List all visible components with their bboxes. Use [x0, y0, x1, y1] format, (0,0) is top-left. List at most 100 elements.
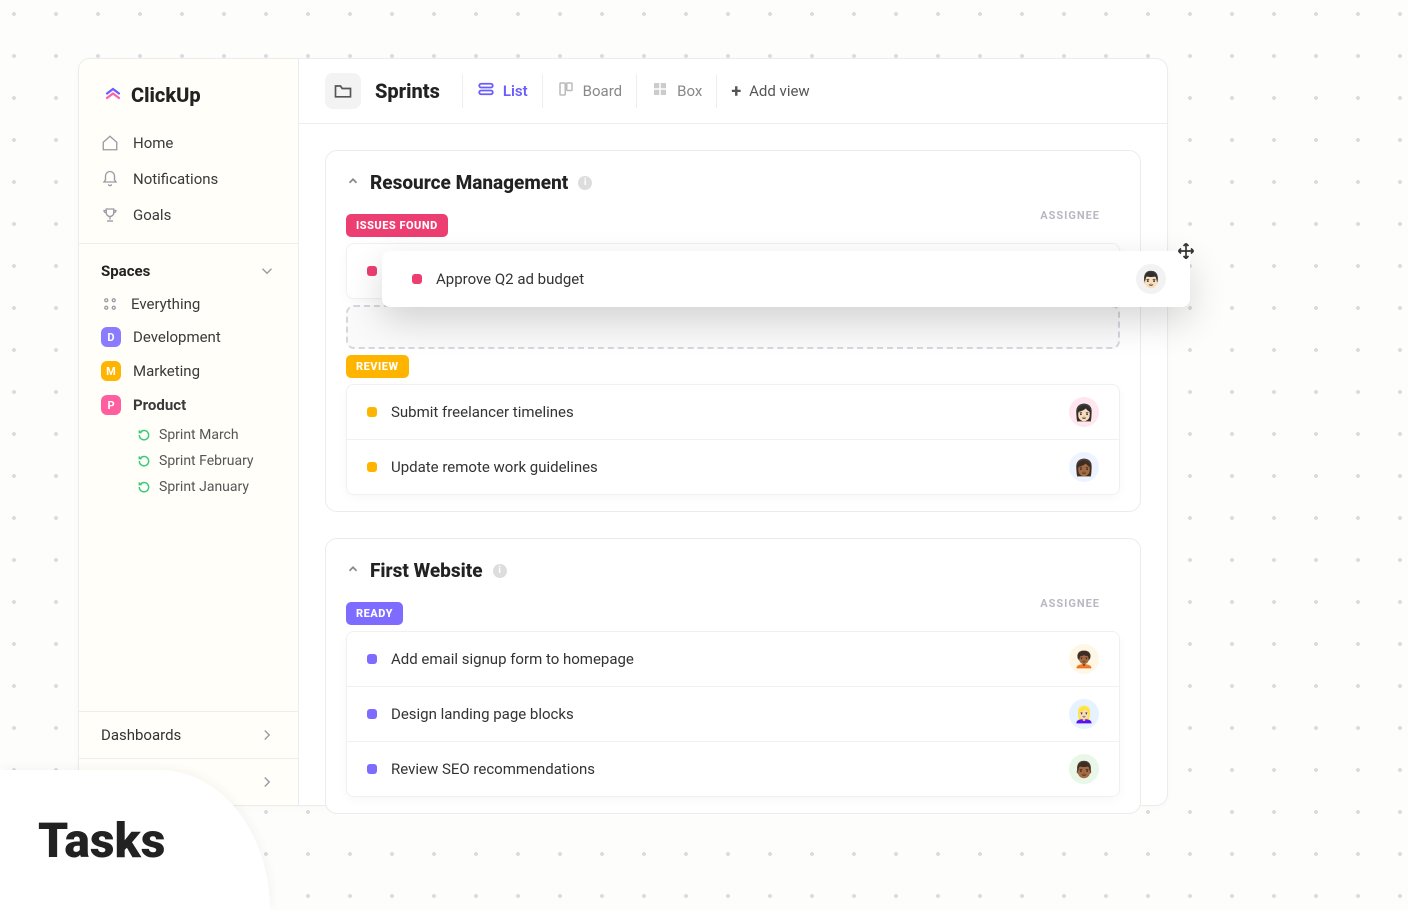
clickup-logo-icon: [101, 83, 125, 107]
task-row[interactable]: Design landing page blocks 👱🏻‍♀️: [347, 686, 1119, 741]
status-pill[interactable]: READY: [346, 602, 403, 625]
nav-dashboards[interactable]: Dashboards: [79, 711, 298, 758]
task-row[interactable]: Add email signup form to homepage 🧑🏾‍🦱: [347, 632, 1119, 686]
sidebar-item-everything[interactable]: Everything: [79, 288, 298, 320]
everything-label: Everything: [131, 295, 200, 313]
section-title: Resource Management: [370, 171, 568, 194]
view-tab-board-label: Board: [583, 82, 622, 100]
nav-notifications-label: Notifications: [133, 170, 218, 188]
status-dot: [367, 266, 377, 276]
space-label: Development: [133, 328, 221, 346]
space-label: Product: [133, 396, 186, 414]
avatar[interactable]: 👩🏻: [1069, 397, 1099, 427]
task-name: Approve Q2 ad budget: [436, 270, 584, 288]
avatar[interactable]: 🧑🏾‍🦱: [1069, 644, 1099, 674]
spaces-header-label: Spaces: [101, 262, 150, 280]
avatar[interactable]: 👱🏻‍♀️: [1069, 699, 1099, 729]
view-tab-box-label: Box: [677, 82, 702, 100]
task-name: Add email signup form to homepage: [391, 650, 634, 668]
space-badge-icon: P: [101, 395, 121, 415]
home-icon: [101, 134, 119, 152]
task-name: Submit freelancer timelines: [391, 403, 574, 421]
move-icon: [1176, 241, 1196, 261]
view-tab-list[interactable]: List: [462, 74, 542, 108]
sprint-label: Sprint March: [159, 427, 239, 443]
box-icon: [651, 80, 669, 102]
grid-icon: [101, 295, 119, 313]
task-list: Submit freelancer timelines 👩🏻 Update remo…: [346, 384, 1120, 495]
main: Sprints List Board Box + Add view: [299, 59, 1167, 805]
spaces-header[interactable]: Spaces: [79, 254, 298, 288]
sprint-label: Sprint January: [159, 479, 249, 495]
status-pill[interactable]: REVIEW: [346, 355, 409, 378]
bell-icon: [101, 170, 119, 188]
section-title: First Website: [370, 559, 483, 582]
board-icon: [557, 80, 575, 102]
task-list: Add email signup form to homepage 🧑🏾‍🦱 Des…: [346, 631, 1120, 797]
status-dot: [367, 709, 377, 719]
assignee-header: ASSIGNEE: [1040, 597, 1100, 610]
folder-icon[interactable]: [325, 73, 361, 109]
info-icon[interactable]: i: [493, 564, 507, 578]
brand[interactable]: ClickUp: [79, 83, 298, 125]
status-dot: [367, 462, 377, 472]
status-dot: [367, 654, 377, 664]
section: First Website i ASSIGNEE READY Add email sig…: [325, 538, 1141, 814]
avatar[interactable]: 👩🏾: [1069, 452, 1099, 482]
nav-home[interactable]: Home: [79, 125, 298, 161]
sprint-item[interactable]: Sprint March: [137, 422, 298, 448]
info-icon[interactable]: i: [578, 176, 592, 190]
status-pill[interactable]: ISSUES FOUND: [346, 214, 448, 237]
nav-home-label: Home: [133, 134, 173, 152]
tasks-badge-label: Tasks: [38, 812, 165, 869]
nav-notifications[interactable]: Notifications: [79, 161, 298, 197]
task-name: Review SEO recommendations: [391, 760, 595, 778]
list-icon: [477, 80, 495, 102]
sprint-item[interactable]: Sprint January: [137, 474, 298, 500]
divider: [79, 243, 298, 244]
task-row[interactable]: Submit freelancer timelines 👩🏻: [347, 385, 1119, 439]
task-name: Design landing page blocks: [391, 705, 574, 723]
view-tabs: List Board Box + Add view: [462, 74, 824, 108]
add-view-button[interactable]: + Add view: [716, 75, 823, 108]
nav-dashboards-label: Dashboards: [101, 726, 181, 744]
status-dot: [412, 274, 422, 284]
spaces-list: D Development M Marketing P Product Sprint Mar…: [79, 320, 298, 500]
nav-goals[interactable]: Goals: [79, 197, 298, 233]
assignee-header: ASSIGNEE: [1040, 209, 1100, 222]
space-badge-icon: D: [101, 327, 121, 347]
add-view-label: Add view: [749, 82, 810, 100]
sidebar-space-development[interactable]: D Development: [79, 320, 298, 354]
status-dot: [367, 407, 377, 417]
trophy-icon: [101, 206, 119, 224]
section: Resource Management i ASSIGNEE ISSUES FOUND…: [325, 150, 1141, 512]
sidebar: ClickUp Home Notifications Goals Spaces …: [79, 59, 299, 805]
drop-placeholder: [346, 305, 1120, 349]
content: Resource Management i ASSIGNEE ISSUES FOUND…: [299, 124, 1167, 866]
app-window: ClickUp Home Notifications Goals Spaces …: [78, 58, 1168, 806]
view-tab-board[interactable]: Board: [542, 74, 636, 108]
dragging-task-card[interactable]: Approve Q2 ad budget 👨🏻: [382, 251, 1190, 307]
sprint-item[interactable]: Sprint February: [137, 448, 298, 474]
sidebar-space-product[interactable]: P Product: [79, 388, 298, 422]
plus-icon: +: [731, 81, 741, 102]
page-title: Sprints: [375, 79, 440, 103]
chevron-right-icon: [258, 726, 276, 744]
task-name: Update remote work guidelines: [391, 458, 598, 476]
brand-name: ClickUp: [131, 83, 201, 107]
task-row[interactable]: Update remote work guidelines 👩🏾: [347, 439, 1119, 494]
view-tab-list-label: List: [503, 82, 528, 100]
status-dot: [367, 764, 377, 774]
task-row[interactable]: Review SEO recommendations 👨🏾: [347, 741, 1119, 796]
sidebar-space-marketing[interactable]: M Marketing: [79, 354, 298, 388]
collapse-icon[interactable]: [346, 173, 360, 192]
sprint-label: Sprint February: [159, 453, 254, 469]
space-label: Marketing: [133, 362, 200, 380]
avatar: 👨🏻: [1136, 264, 1166, 294]
collapse-icon[interactable]: [346, 561, 360, 580]
space-badge-icon: M: [101, 361, 121, 381]
avatar[interactable]: 👨🏾: [1069, 754, 1099, 784]
topbar: Sprints List Board Box + Add view: [299, 59, 1167, 124]
chevron-right-icon: [258, 773, 276, 791]
view-tab-box[interactable]: Box: [636, 74, 716, 108]
